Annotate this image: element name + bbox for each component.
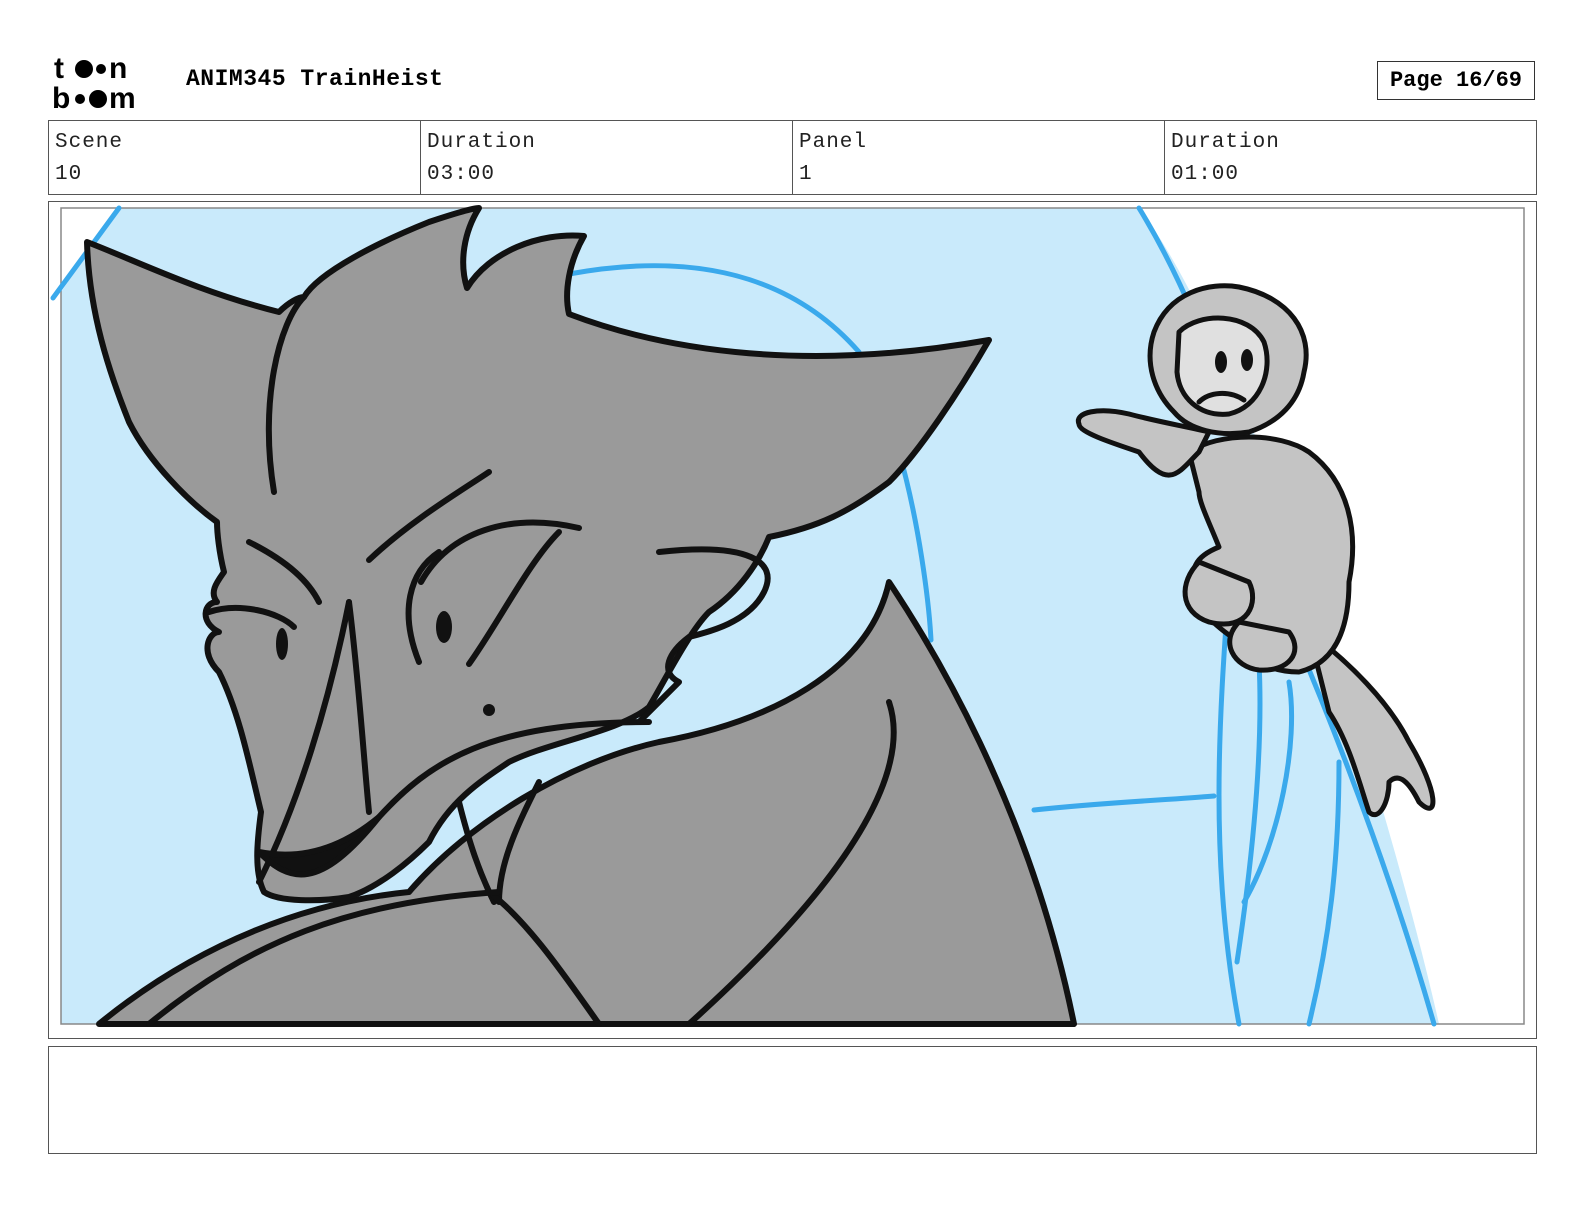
panel-notes-box[interactable] [48,1046,1537,1154]
svg-text:m: m [109,82,136,112]
panel-duration-value: 01:00 [1171,163,1240,186]
panel-duration-cell: Duration 01:00 [1165,121,1536,194]
svg-text:n: n [109,52,127,85]
storyboard-sketch-image [50,205,1525,1027]
scene-info-table: Scene 10 Duration 03:00 Panel 1 Duration… [48,120,1537,195]
scene-duration-label: Duration [427,131,536,154]
scene-label: Scene [55,131,124,154]
page-indicator: Page 16/69 [1377,61,1535,100]
toon-boom-logo: t n b m [52,52,164,115]
panel-cell: Panel 1 [793,121,1165,194]
storyboard-panel [48,201,1537,1039]
panel-label: Panel [799,131,868,154]
panel-value: 1 [799,163,813,186]
scene-value: 10 [55,163,83,186]
scene-duration-cell: Duration 03:00 [421,121,793,194]
svg-text:b: b [52,82,70,112]
scene-duration-value: 03:00 [427,163,496,186]
svg-text:t: t [54,52,64,85]
panel-duration-label: Duration [1171,131,1280,154]
scene-cell: Scene 10 [49,121,421,194]
project-title: ANIM345 TrainHeist [186,66,444,92]
